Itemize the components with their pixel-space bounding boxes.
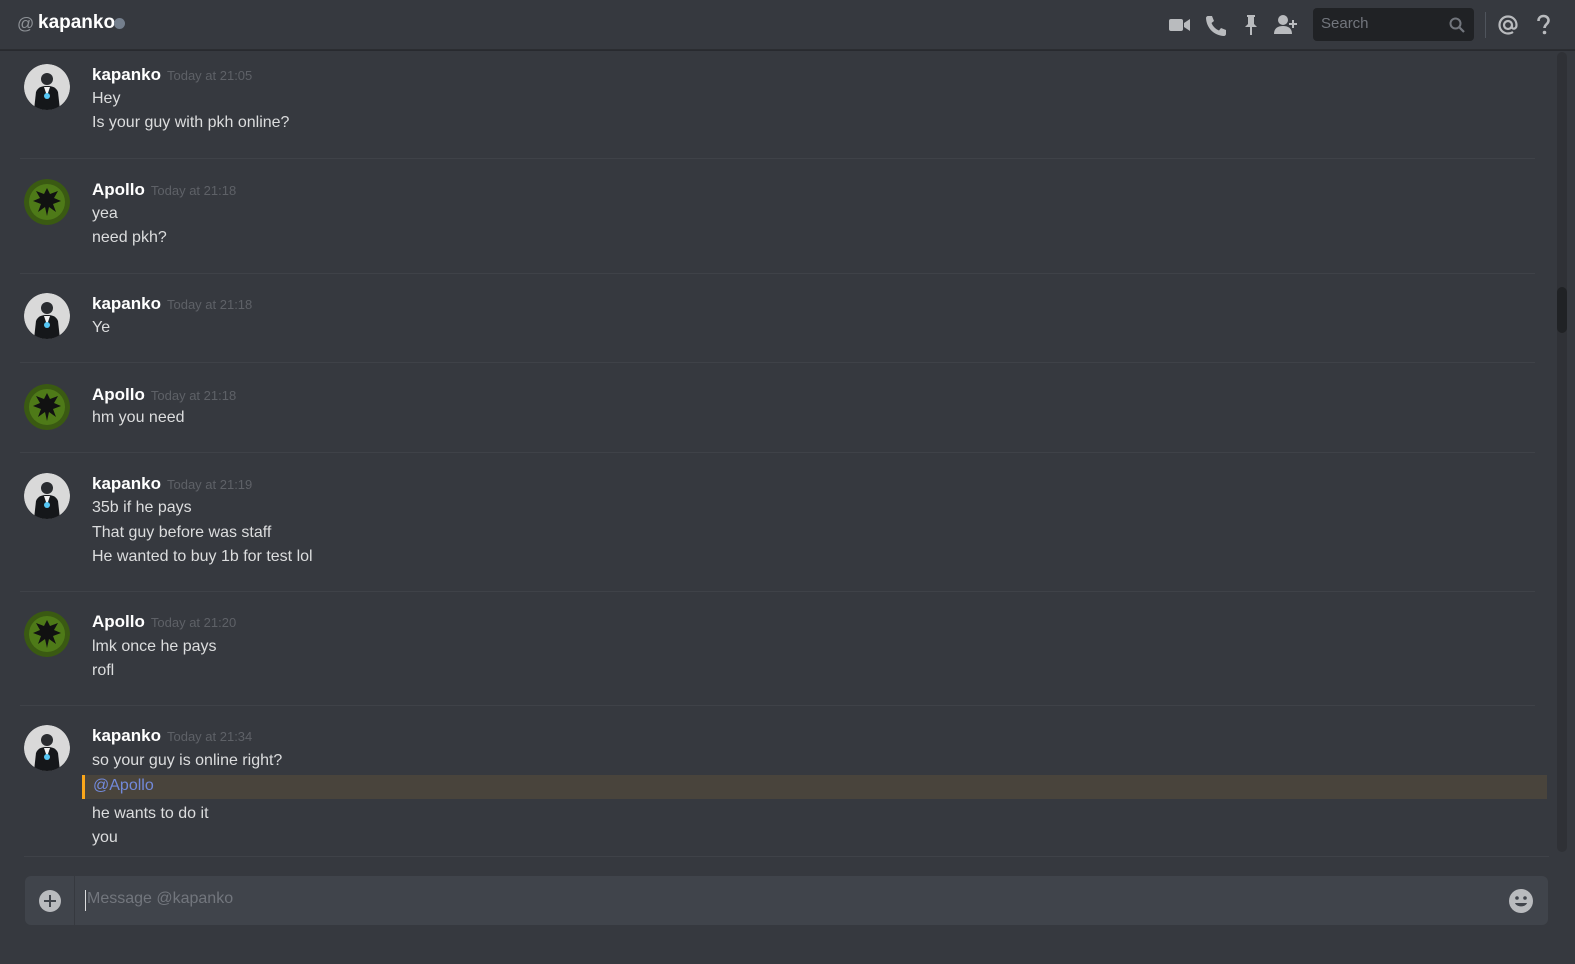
message-group: kapanko Today at 21:18 Ye [0, 281, 1535, 365]
message-group: Apollo Today at 21:18 yea need pkh? [0, 167, 1535, 274]
header-divider [1485, 12, 1486, 38]
message-text: lmk once he pays [92, 638, 217, 655]
message-group: kapanko Today at 21:19 35b if he pays Tha… [0, 461, 1535, 592]
message-divider [20, 452, 1535, 453]
avatar[interactable] [24, 293, 70, 339]
search-input[interactable]: Search [1313, 8, 1474, 41]
message-divider [20, 705, 1535, 706]
message-text: rofl [92, 662, 115, 679]
message-author[interactable]: Apollo Today at 21:18 [92, 180, 236, 200]
voice-call-icon[interactable] [1202, 12, 1228, 38]
search-icon [1448, 16, 1466, 34]
message-list[interactable]: kapanko Today at 21:05 Hey Is your guy wi… [0, 52, 1555, 854]
message-text: 35b if he pays [92, 499, 192, 516]
message-text: Is your guy with pkh online? [92, 114, 290, 131]
message-timestamp: Today at 21:18 [166, 297, 253, 312]
help-icon[interactable] [1530, 12, 1556, 38]
add-friend-icon[interactable] [1273, 12, 1299, 38]
emoji-smile-icon[interactable] [1508, 888, 1534, 914]
avatar[interactable] [24, 473, 70, 519]
search-placeholder: Search [1321, 15, 1369, 32]
channel-title: kapanko [38, 12, 116, 33]
message-text: need pkh? [92, 229, 167, 246]
message-timestamp: Today at 21:05 [166, 68, 253, 83]
message-group: Apollo Today at 21:18 hm you need [0, 372, 1535, 456]
message-text: Hey [92, 90, 121, 107]
message-divider [20, 362, 1535, 363]
message-author[interactable]: Apollo Today at 21:18 [92, 385, 236, 405]
message-text: you [92, 829, 118, 846]
pin-icon[interactable] [1238, 12, 1264, 38]
message-text: he wants to do it [92, 805, 209, 822]
bottom-edge [0, 955, 1575, 964]
message-divider [20, 158, 1535, 159]
message-timestamp: Today at 21:19 [166, 477, 253, 492]
message-author[interactable]: kapanko Today at 21:19 [92, 474, 252, 494]
message-timestamp: Today at 21:34 [166, 729, 253, 744]
message-timestamp: Today at 21:20 [150, 615, 237, 630]
avatar[interactable] [24, 725, 70, 771]
message-input[interactable]: Message @kapanko [87, 890, 233, 908]
channel-header: @ kapanko Search [0, 0, 1575, 50]
message-group: kapanko Today at 21:34 so your guy is onl… [0, 713, 1547, 854]
message-divider [20, 591, 1535, 592]
status-offline-icon [114, 18, 125, 29]
text-caret [85, 890, 86, 911]
message-author[interactable]: kapanko Today at 21:18 [92, 294, 252, 314]
composer-separator [74, 876, 75, 925]
plus-circle-icon[interactable] [38, 889, 62, 913]
dm-window: @ kapanko Search kapanko Today at 21:05 … [0, 0, 1575, 964]
message-author[interactable]: Apollo Today at 21:20 [92, 612, 236, 632]
avatar[interactable] [24, 179, 70, 225]
message-text: He wanted to buy 1b for test lol [92, 548, 313, 565]
message-author[interactable]: kapanko Today at 21:05 [92, 65, 252, 85]
video-call-icon[interactable] [1166, 12, 1192, 38]
composer-divider [24, 856, 1549, 857]
avatar[interactable] [24, 64, 70, 110]
message-text: That guy before was staff [92, 524, 272, 541]
scrollbar-thumb[interactable] [1557, 287, 1567, 333]
message-text: hm you need [92, 409, 185, 426]
avatar[interactable] [24, 384, 70, 430]
message-text: yea [92, 205, 118, 222]
user-mention[interactable]: @Apollo [93, 777, 154, 795]
message-text: so your guy is online right? [92, 752, 283, 769]
message-group: Apollo Today at 21:20 lmk once he pays ro… [0, 599, 1535, 706]
avatar[interactable] [24, 611, 70, 657]
scrollbar-track[interactable] [1557, 52, 1567, 852]
mention-icon[interactable] [1495, 12, 1521, 38]
message-text: Ye [92, 319, 111, 336]
message-composer[interactable]: Message @kapanko [25, 876, 1548, 925]
message-author[interactable]: kapanko Today at 21:34 [92, 726, 252, 746]
message-divider [20, 273, 1535, 274]
at-icon: @ [17, 14, 35, 33]
message-group: kapanko Today at 21:05 Hey Is your guy wi… [0, 52, 1535, 159]
mention-highlight: @Apollo [82, 775, 1547, 799]
message-timestamp: Today at 21:18 [150, 388, 237, 403]
message-timestamp: Today at 21:18 [150, 183, 237, 198]
